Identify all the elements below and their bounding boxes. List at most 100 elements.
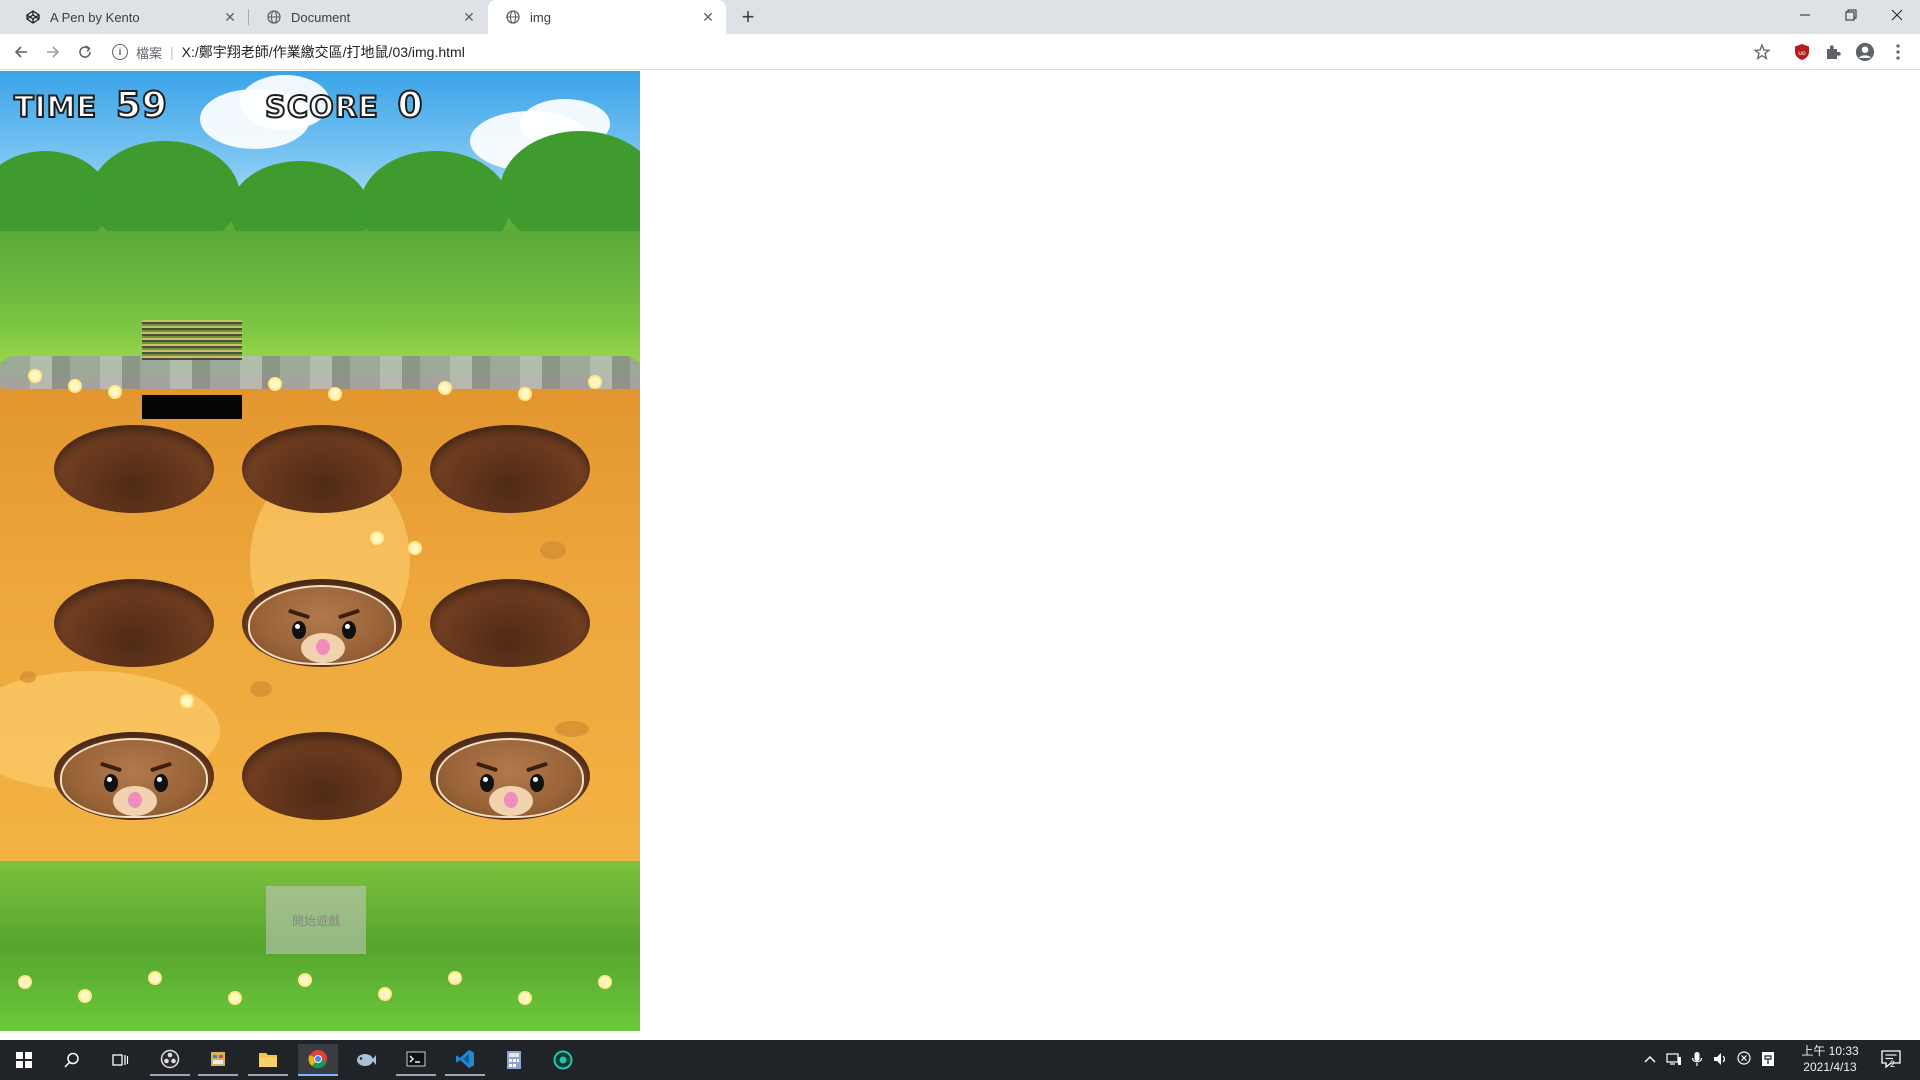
forward-arrow-icon[interactable] xyxy=(40,39,66,65)
task-view-icon[interactable] xyxy=(100,1044,140,1076)
globe-icon xyxy=(506,10,520,24)
flower xyxy=(380,989,390,999)
circle-app-icon[interactable] xyxy=(543,1044,583,1076)
mole-brow xyxy=(99,761,123,773)
mole-brow xyxy=(475,761,499,773)
mole-nose xyxy=(128,792,142,808)
address-divider: | xyxy=(170,44,174,60)
minimize-icon[interactable] xyxy=(1782,0,1828,30)
hole-with-mole[interactable] xyxy=(242,579,402,667)
bookmark-star-icon[interactable] xyxy=(1752,42,1772,62)
flower xyxy=(110,387,120,397)
vscode-icon[interactable] xyxy=(445,1044,485,1076)
pebble xyxy=(555,721,589,737)
flower xyxy=(70,381,80,391)
file-manager-icon[interactable] xyxy=(198,1044,238,1076)
new-tab-button[interactable]: + xyxy=(736,4,760,29)
obs-icon[interactable] xyxy=(150,1044,190,1076)
score-value: 0 xyxy=(397,84,424,127)
mole-hole[interactable] xyxy=(242,732,402,820)
info-icon[interactable]: i xyxy=(112,44,128,60)
status-x-icon[interactable] xyxy=(1737,1051,1751,1068)
terminal-icon[interactable] xyxy=(396,1044,436,1076)
fish-app-icon[interactable] xyxy=(346,1044,386,1076)
restore-icon[interactable] xyxy=(1828,0,1874,30)
mole-hole[interactable] xyxy=(54,425,214,513)
mole[interactable] xyxy=(248,585,396,665)
mole-nose xyxy=(504,792,518,808)
black-bar xyxy=(142,395,242,419)
flower xyxy=(600,977,610,987)
clock-date: 2021/4/13 xyxy=(1803,1060,1857,1074)
mole-hole[interactable] xyxy=(242,425,402,513)
back-arrow-icon[interactable] xyxy=(8,39,34,65)
notification-count-badge: 2 xyxy=(1890,1059,1896,1069)
mole-brow xyxy=(337,608,361,620)
address-bar[interactable]: i 檔案 | X:/鄭宇翔老師/作業繳交區/打地鼠/03/img.html xyxy=(112,39,1776,65)
ime-icon[interactable] xyxy=(1761,1051,1775,1070)
flower xyxy=(450,973,460,983)
globe-icon xyxy=(267,10,281,24)
tray-overflow-chevron-icon[interactable] xyxy=(1644,1051,1656,1067)
tab-title: Document xyxy=(291,9,351,25)
mole-eye xyxy=(292,621,306,639)
flower xyxy=(300,975,310,985)
mole-eye xyxy=(480,774,494,792)
tab-close-icon[interactable]: ✕ xyxy=(700,9,716,25)
mole-hole[interactable] xyxy=(430,579,590,667)
flower xyxy=(410,543,420,553)
network-icon[interactable] xyxy=(1666,1051,1682,1070)
chrome-icon[interactable] xyxy=(298,1044,338,1076)
menu-kebab-icon[interactable] xyxy=(1888,42,1908,62)
url-text: X:/鄭宇翔老師/作業繳交區/打地鼠/03/img.html xyxy=(181,44,465,60)
start-icon[interactable] xyxy=(4,1044,44,1076)
extensions-puzzle-icon[interactable] xyxy=(1823,42,1843,62)
explorer-icon[interactable] xyxy=(248,1044,288,1076)
calculator-icon[interactable] xyxy=(494,1044,534,1076)
browser-toolbar: i 檔案 | X:/鄭宇翔老師/作業繳交區/打地鼠/03/img.html uo xyxy=(0,34,1920,70)
hole-with-mole[interactable] xyxy=(54,732,214,820)
mole[interactable] xyxy=(60,738,208,818)
search-icon[interactable] xyxy=(52,1044,92,1076)
file-scheme-label: 檔案 xyxy=(136,45,163,61)
tab-close-icon[interactable]: ✕ xyxy=(222,9,238,25)
tab-close-icon[interactable]: ✕ xyxy=(461,9,477,25)
time-label: TIME xyxy=(13,89,98,125)
grass-band-top xyxy=(0,231,640,361)
reload-icon[interactable] xyxy=(72,39,98,65)
profile-avatar-icon[interactable] xyxy=(1855,42,1875,62)
tab-img[interactable]: img ✕ xyxy=(488,0,726,34)
hole-with-mole[interactable] xyxy=(430,732,590,820)
mole-hole[interactable] xyxy=(430,425,590,513)
tab-document[interactable]: Document ✕ xyxy=(249,0,487,34)
score-label: SCORE xyxy=(264,89,379,125)
flower xyxy=(590,377,600,387)
volume-icon[interactable] xyxy=(1712,1051,1728,1070)
flower xyxy=(150,973,160,983)
pebble xyxy=(540,541,566,559)
mole-hole[interactable] xyxy=(54,579,214,667)
score-display: SCORE 0 xyxy=(264,84,424,127)
flower xyxy=(20,977,30,987)
notification-center-icon[interactable]: 2 xyxy=(1880,1048,1902,1073)
clock-time: 上午 10:33 xyxy=(1801,1044,1859,1058)
tab-strip: A Pen by Kento ✕ Document ✕ img ✕ + xyxy=(0,0,1920,34)
microphone-icon[interactable] xyxy=(1691,1051,1703,1070)
system-clock[interactable]: 上午 10:33 2021/4/13 xyxy=(1790,1043,1870,1075)
tab-title: A Pen by Kento xyxy=(50,9,140,25)
flower xyxy=(372,533,382,543)
flower xyxy=(270,379,280,389)
mole[interactable] xyxy=(436,738,584,818)
start-game-button[interactable]: 開始遊戲 xyxy=(266,886,366,954)
ublock-extension-icon[interactable]: uo xyxy=(1792,42,1812,62)
close-window-icon[interactable] xyxy=(1874,0,1920,30)
whack-a-mole-game: TIME 59 SCORE 0 開始遊戲 xyxy=(0,71,640,1031)
svg-text:uo: uo xyxy=(1798,50,1806,57)
flower xyxy=(80,991,90,1001)
flower xyxy=(520,993,530,1003)
mole-eye xyxy=(154,774,168,792)
glitched-sprite xyxy=(142,320,242,360)
flower xyxy=(520,389,530,399)
tab-a-pen-by-kento[interactable]: A Pen by Kento ✕ xyxy=(8,0,248,34)
windows-taskbar: 上午 10:33 2021/4/13 2 xyxy=(0,1040,1920,1080)
